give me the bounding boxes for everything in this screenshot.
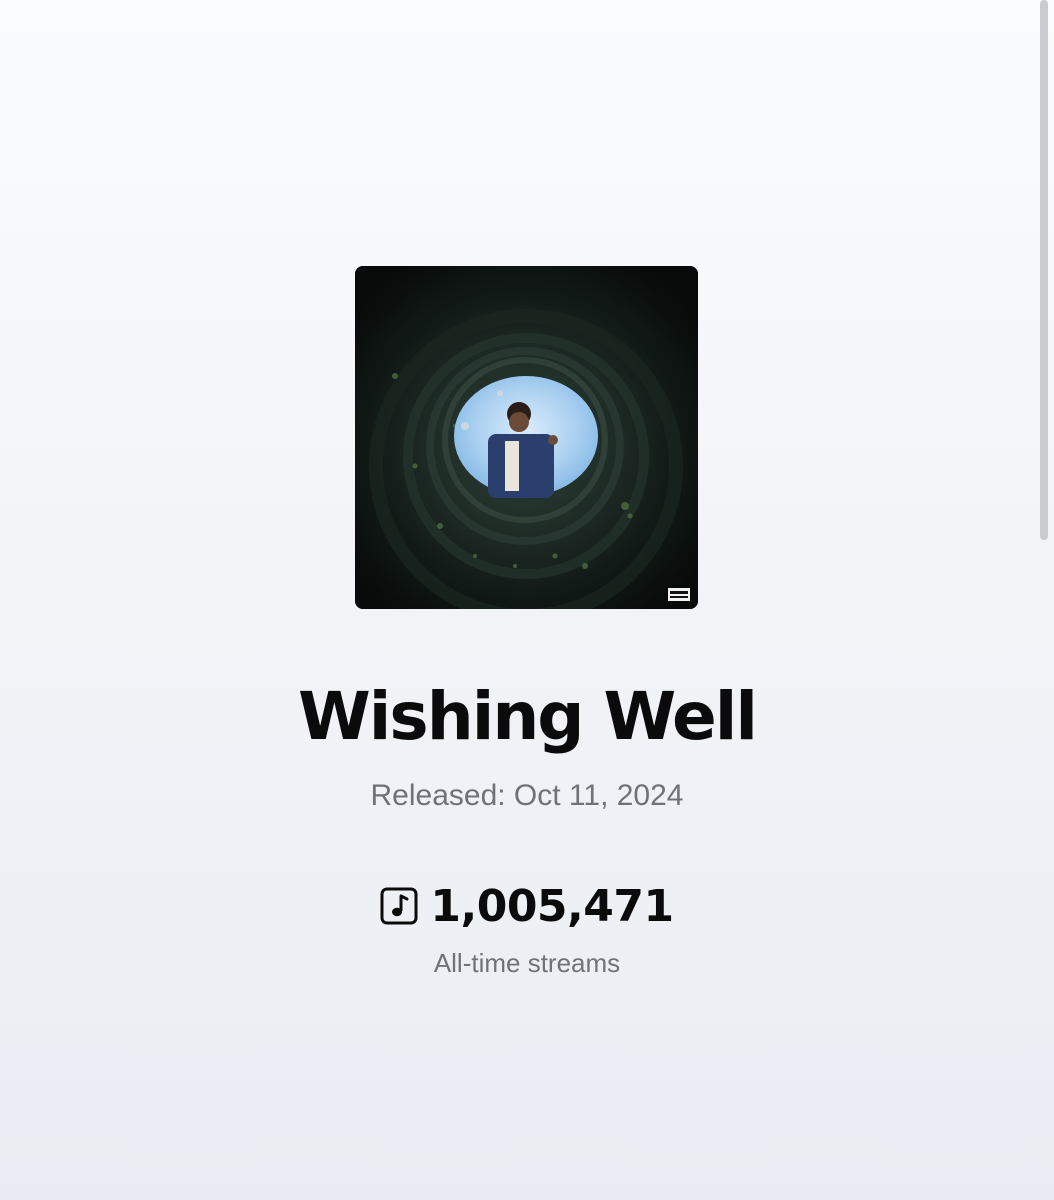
album-cover [355,266,698,609]
song-detail-page: Wishing Well Released: Oct 11, 2024 1,00… [0,0,1054,1200]
album-cover-image [355,266,698,609]
release-date: Released: Oct 11, 2024 [370,779,684,812]
scrollbar[interactable] [1040,0,1048,540]
streams-count: 1,005,471 [430,880,674,932]
music-note-icon [380,887,418,925]
track-title: Wishing Well [298,678,758,755]
streams-label: All-time streams [433,948,621,978]
streams-row: 1,005,471 [0,876,1054,936]
